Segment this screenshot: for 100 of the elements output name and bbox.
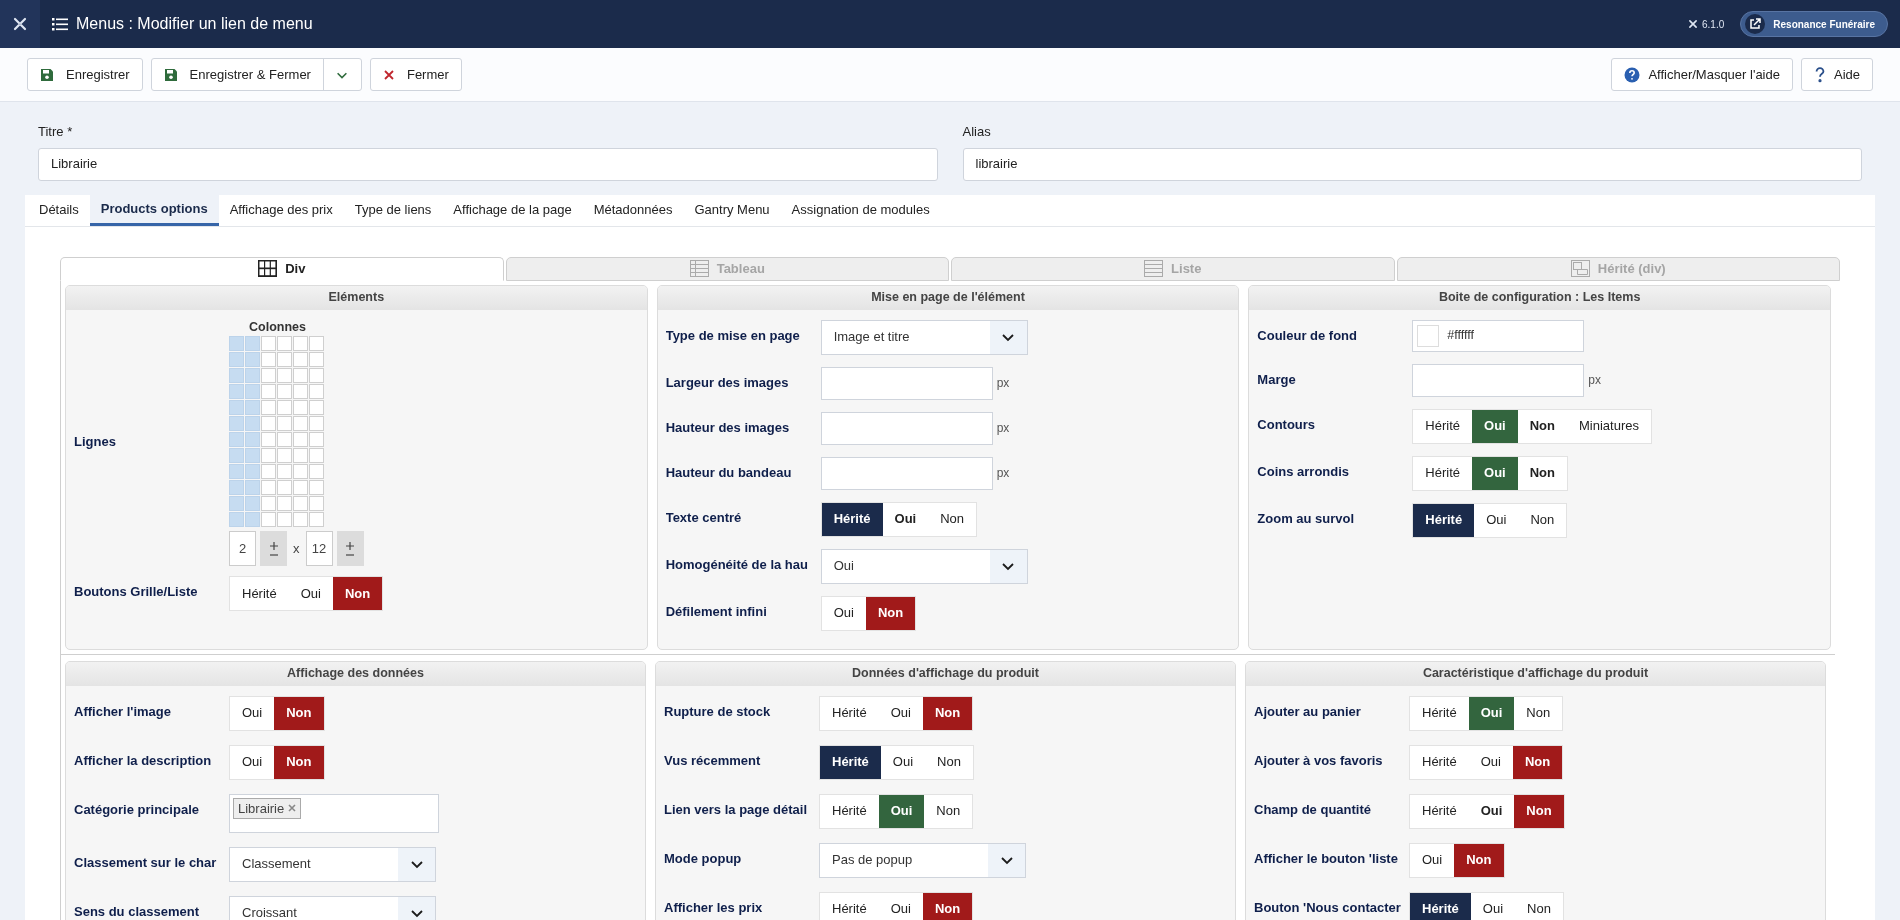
- input-field[interactable]: [820, 456, 993, 490]
- option-button[interactable]: Hérité: [230, 577, 289, 611]
- grid-cell[interactable]: [229, 352, 244, 368]
- tab[interactable]: Type de liens: [343, 194, 443, 226]
- grid-cell[interactable]: [309, 464, 324, 480]
- option-button[interactable]: Non: [1515, 892, 1563, 920]
- grid-cell[interactable]: [261, 448, 276, 464]
- option-button[interactable]: Oui: [882, 502, 929, 536]
- grid-cell[interactable]: [229, 416, 244, 432]
- grid-cell[interactable]: [293, 448, 308, 464]
- option-button[interactable]: Non: [1517, 456, 1567, 490]
- option-button[interactable]: Non: [922, 892, 973, 920]
- grid-cell[interactable]: [277, 496, 292, 512]
- grid-cell[interactable]: [261, 384, 276, 400]
- option-button[interactable]: Hérité: [1410, 696, 1469, 730]
- option-button[interactable]: Oui: [230, 745, 275, 779]
- toolbar-button[interactable]: Aide: [1800, 58, 1873, 91]
- option-button[interactable]: Oui: [1472, 456, 1518, 490]
- grid-cell[interactable]: [309, 336, 324, 352]
- option-button[interactable]: Non: [928, 502, 977, 536]
- option-button[interactable]: Hérité: [820, 892, 879, 920]
- option-button[interactable]: Hérité: [821, 502, 883, 536]
- grid-cell[interactable]: [261, 496, 276, 512]
- tab[interactable]: Affichage des prix: [218, 194, 344, 226]
- grid-cell[interactable]: [293, 400, 308, 416]
- option-button[interactable]: Non: [925, 745, 973, 779]
- text-field[interactable]: librairie: [962, 147, 1862, 181]
- grid-cell[interactable]: [261, 368, 276, 384]
- grid-cell[interactable]: [261, 400, 276, 416]
- input-field[interactable]: [820, 366, 993, 400]
- grid-cell[interactable]: [261, 464, 276, 480]
- option-button[interactable]: Oui: [878, 892, 923, 920]
- grid-cell[interactable]: [277, 464, 292, 480]
- grid-cell[interactable]: [245, 400, 260, 416]
- text-field[interactable]: Librairie: [38, 147, 938, 181]
- option-button[interactable]: Hérité: [820, 745, 881, 779]
- option-button[interactable]: Non: [1512, 745, 1563, 779]
- grid-cell[interactable]: [245, 368, 260, 384]
- option-button[interactable]: Oui: [230, 696, 275, 730]
- grid-cell[interactable]: [229, 480, 244, 496]
- site-button[interactable]: Resonance Funéraire: [1740, 11, 1888, 37]
- grid-cell[interactable]: [261, 416, 276, 432]
- grid-cell[interactable]: [309, 384, 324, 400]
- option-button[interactable]: Hérité: [1413, 409, 1472, 443]
- grid-cell[interactable]: [245, 432, 260, 448]
- grid-cell[interactable]: [245, 480, 260, 496]
- grid-cell[interactable]: [293, 432, 308, 448]
- grid-cell[interactable]: [293, 416, 308, 432]
- option-button[interactable]: Non: [1517, 409, 1567, 443]
- option-button[interactable]: Non: [924, 794, 973, 828]
- tab[interactable]: Affichage de la page: [442, 194, 583, 226]
- grid-cell[interactable]: [309, 352, 324, 368]
- grid-cell[interactable]: [293, 512, 308, 528]
- grid-cell[interactable]: [277, 352, 292, 368]
- option-button[interactable]: Oui: [880, 745, 926, 779]
- option-button[interactable]: Oui: [1468, 696, 1515, 730]
- grid-cell[interactable]: [245, 496, 260, 512]
- grid-cell[interactable]: [261, 512, 276, 528]
- grid-cell[interactable]: [293, 496, 308, 512]
- option-button[interactable]: Oui: [1468, 745, 1513, 779]
- grid-cell[interactable]: [277, 384, 292, 400]
- grid-cell[interactable]: [229, 512, 244, 528]
- grid-cell[interactable]: [309, 432, 324, 448]
- option-button[interactable]: Non: [922, 696, 973, 730]
- grid-cell[interactable]: [229, 448, 244, 464]
- grid-cell[interactable]: [293, 352, 308, 368]
- grid-cell[interactable]: [309, 368, 324, 384]
- option-button[interactable]: Hérité: [820, 696, 879, 730]
- stepper-button[interactable]: [260, 531, 287, 567]
- grid-cell[interactable]: [277, 336, 292, 352]
- grid-cell[interactable]: [277, 480, 292, 496]
- option-button[interactable]: Hérité: [1410, 794, 1469, 828]
- option-button[interactable]: Oui: [821, 596, 866, 630]
- option-button[interactable]: Non: [1514, 794, 1564, 828]
- grid-cell[interactable]: [245, 384, 260, 400]
- grid-cell[interactable]: [229, 368, 244, 384]
- grid-cell[interactable]: [245, 512, 260, 528]
- grid-cell[interactable]: [277, 448, 292, 464]
- toolbar-button[interactable]: Fermer: [370, 59, 461, 90]
- grid-cell[interactable]: [245, 464, 260, 480]
- option-button[interactable]: Oui: [1472, 409, 1518, 443]
- toolbar-button[interactable]: Enregistrer: [28, 59, 142, 90]
- option-button[interactable]: Miniatures: [1566, 409, 1651, 443]
- option-button[interactable]: Non: [1454, 843, 1504, 877]
- input-field[interactable]: [1412, 363, 1585, 397]
- grid-cell[interactable]: [245, 448, 260, 464]
- option-button[interactable]: Hérité: [1413, 503, 1475, 537]
- select-field[interactable]: Image et titre: [820, 319, 1028, 355]
- grid-cell[interactable]: [309, 400, 324, 416]
- select-field[interactable]: Classement: [229, 846, 436, 882]
- grid-cell[interactable]: [229, 432, 244, 448]
- option-button[interactable]: Non: [332, 577, 383, 611]
- grid-cell[interactable]: [293, 336, 308, 352]
- grid-cell[interactable]: [229, 384, 244, 400]
- grid-cell[interactable]: [261, 336, 276, 352]
- grid-cell[interactable]: [229, 464, 244, 480]
- tab[interactable]: Métadonnées: [582, 194, 684, 226]
- grid-cell[interactable]: [245, 352, 260, 368]
- color-field[interactable]: #ffffff: [1412, 319, 1585, 352]
- option-button[interactable]: Hérité: [820, 794, 879, 828]
